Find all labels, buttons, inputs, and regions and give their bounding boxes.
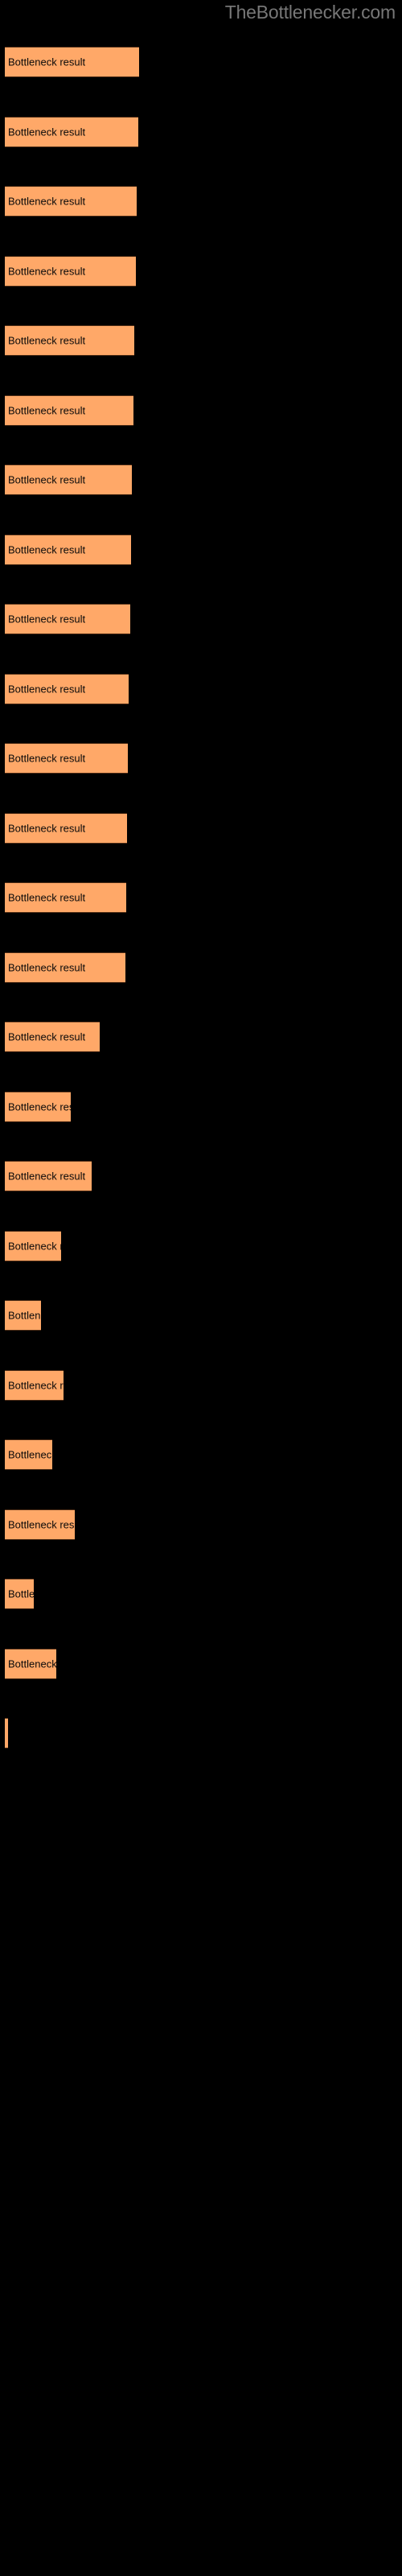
bar[interactable]: Bottleneck result	[5, 1718, 8, 1748]
bar[interactable]: Bottleneck result	[5, 394, 133, 426]
bar[interactable]: Bottleneck result	[5, 464, 132, 495]
bar[interactable]: Bottleneck result	[5, 325, 134, 356]
bar-row: Bottleneck result	[0, 1509, 402, 1540]
bar-row: Bottleneck result	[0, 1022, 402, 1052]
bar-row: Bottleneck result	[0, 186, 402, 217]
bar-row: Bottleneck result	[0, 743, 402, 774]
bar-row: Bottleneck result	[0, 1648, 402, 1679]
bar-row: Bottleneck result	[0, 604, 402, 634]
bar-row: Bottleneck result	[0, 116, 402, 147]
bar[interactable]: Bottleneck result	[5, 1509, 75, 1540]
bar-row: Bottleneck result	[0, 464, 402, 495]
bar-label: Bottleneck result	[8, 126, 86, 138]
bar-label: Bottleneck result	[8, 265, 86, 277]
bar-label: Bottleneck result	[8, 1240, 61, 1252]
bar[interactable]: Bottleneck result	[5, 952, 125, 983]
bar[interactable]: Bottleneck result	[5, 1648, 56, 1679]
bar-row: Bottleneck result	[0, 812, 402, 844]
bar[interactable]: Bottleneck result	[5, 186, 137, 217]
bar-label: Bottleneck result	[8, 1309, 41, 1322]
bar-row: Bottleneck result	[0, 952, 402, 983]
bar-row: Bottleneck result	[0, 882, 402, 913]
bar-label: Bottleneck result	[8, 1379, 64, 1391]
bar-label: Bottleneck result	[8, 1587, 34, 1600]
bar-row: Bottleneck result	[0, 47, 402, 77]
bar-label: Bottleneck result	[8, 822, 86, 834]
bar-label: Bottleneck result	[8, 56, 86, 68]
bar[interactable]: Bottleneck result	[5, 812, 127, 844]
bar-row: Bottleneck result	[0, 325, 402, 356]
bar-row: Bottleneck result	[0, 1091, 402, 1122]
bar[interactable]: Bottleneck result	[5, 882, 126, 913]
bar-label: Bottleneck result	[8, 1100, 71, 1113]
bar-row: Bottleneck result	[0, 673, 402, 704]
bar-label: Bottleneck result	[8, 334, 86, 347]
bar-row: Bottleneck result	[0, 1579, 402, 1609]
bar[interactable]: Bottleneck result	[5, 1230, 61, 1261]
bar[interactable]: Bottleneck result	[5, 604, 130, 634]
bar[interactable]: Bottleneck result	[5, 255, 136, 287]
bar-row: Bottleneck result	[0, 1369, 402, 1401]
bar-label: Bottleneck result	[8, 404, 86, 416]
bottleneck-chart: TheBottlenecker.com Bottleneck result Bot…	[0, 0, 402, 2576]
bar[interactable]: Bottleneck result	[5, 47, 139, 77]
bar[interactable]: Bottleneck result	[5, 1161, 92, 1191]
bar-label: Bottleneck result	[8, 752, 86, 765]
bar-label: Bottleneck result	[8, 1448, 52, 1461]
bar[interactable]: Bottleneck result	[5, 1439, 52, 1470]
bar-row: Bottleneck result	[0, 1718, 402, 1748]
bar-label: Bottleneck result	[8, 1030, 86, 1043]
bar-row: Bottleneck result	[0, 1439, 402, 1470]
bar-row: Bottleneck result	[0, 255, 402, 287]
bar[interactable]: Bottleneck result	[5, 1369, 64, 1401]
bar-label: Bottleneck result	[8, 891, 86, 904]
bar-label: Bottleneck result	[8, 1657, 56, 1670]
bar[interactable]: Bottleneck result	[5, 534, 131, 565]
bar-label: Bottleneck result	[8, 961, 86, 973]
bar-label: Bottleneck result	[8, 1170, 86, 1183]
bar-row: Bottleneck result	[0, 534, 402, 565]
bar-label: Bottleneck result	[8, 613, 86, 625]
bar-label: Bottleneck result	[8, 473, 86, 486]
bar-label: Bottleneck result	[8, 683, 86, 695]
bar[interactable]: Bottleneck result	[5, 1091, 71, 1122]
bar-label: Bottleneck result	[8, 543, 86, 555]
bar-series: Bottleneck result Bottleneck result Bottle…	[0, 0, 402, 2576]
bar-label: Bottleneck result	[8, 195, 86, 208]
bar[interactable]: Bottleneck result	[5, 1579, 34, 1609]
bar[interactable]: Bottleneck result	[5, 743, 128, 774]
bar[interactable]: Bottleneck result	[5, 1300, 41, 1331]
bar-label: Bottleneck result	[8, 1518, 75, 1530]
bar[interactable]: Bottleneck result	[5, 673, 129, 704]
bar[interactable]: Bottleneck result	[5, 1022, 100, 1052]
bar-row: Bottleneck result	[0, 1300, 402, 1331]
bar-row: Bottleneck result	[0, 1161, 402, 1191]
bar-row: Bottleneck result	[0, 394, 402, 426]
bar-row: Bottleneck result	[0, 1230, 402, 1261]
bar[interactable]: Bottleneck result	[5, 116, 138, 147]
